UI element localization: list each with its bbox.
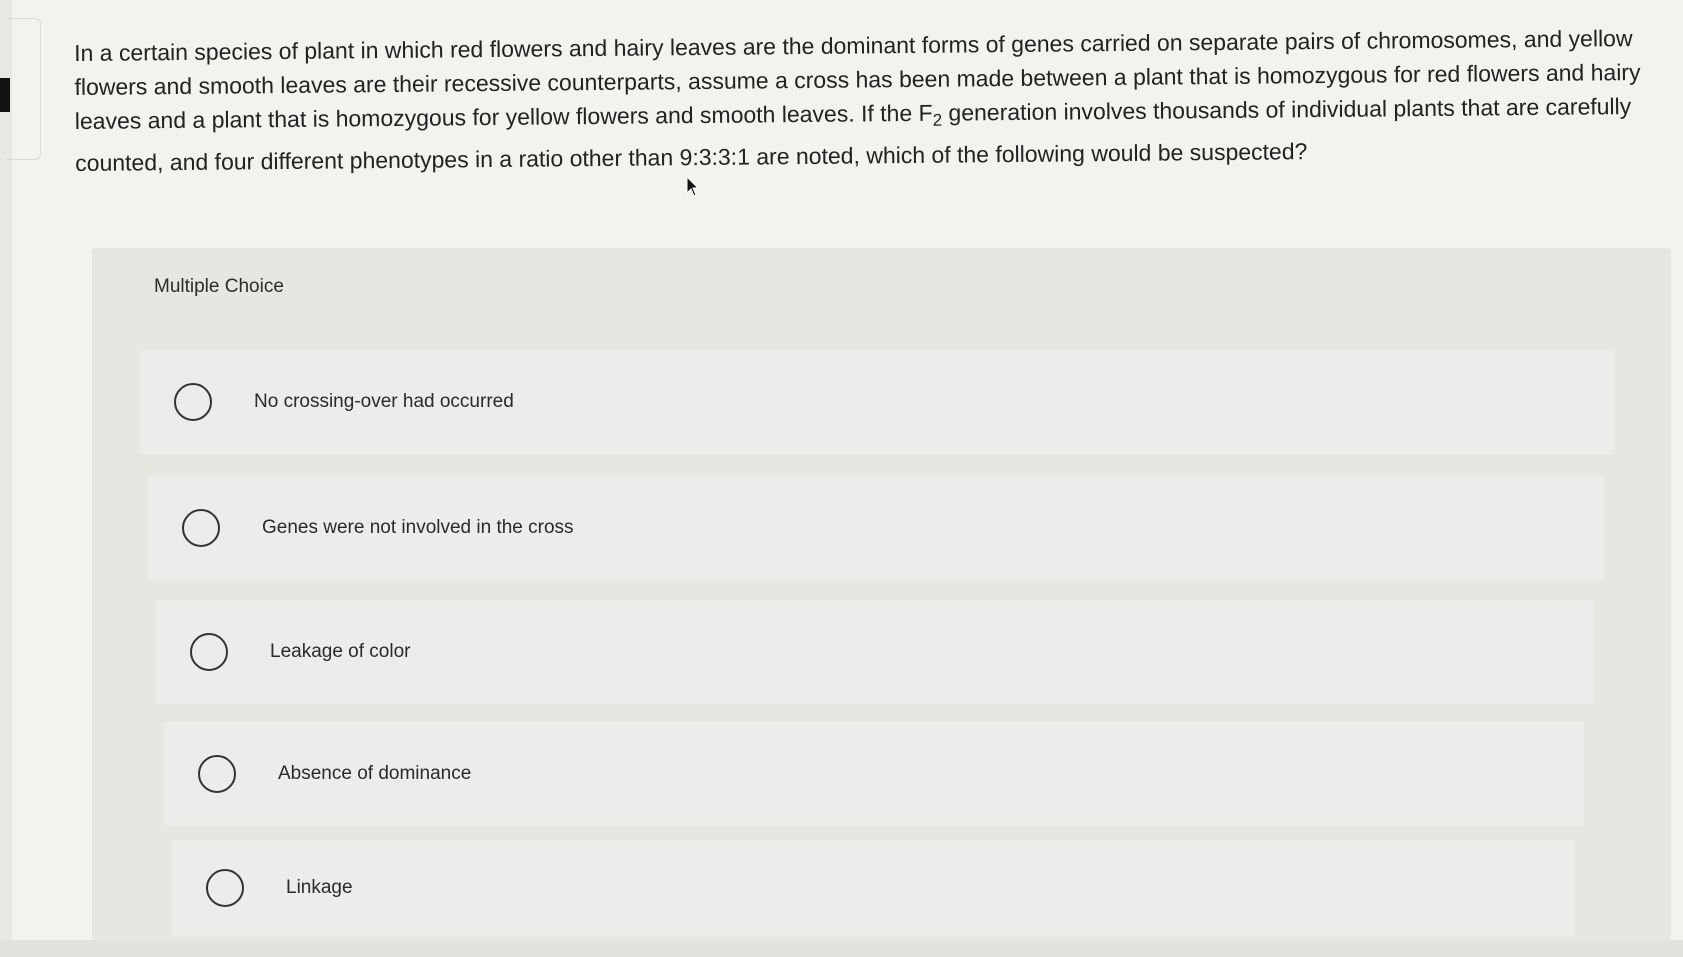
mouse-pointer-icon <box>686 176 700 197</box>
radio-button-icon[interactable] <box>206 869 244 907</box>
choice-label: No crossing-over had occurred <box>254 391 514 412</box>
choice-label: Absence of dominance <box>278 763 472 784</box>
radio-button-icon[interactable] <box>182 509 220 547</box>
question-number-box <box>6 18 41 160</box>
choice-label: Linkage <box>286 877 353 898</box>
multiple-choice-header: Multiple Choice <box>154 276 284 297</box>
radio-button-icon[interactable] <box>190 633 228 671</box>
question-marker <box>0 78 10 112</box>
bottom-shadow <box>0 940 1683 957</box>
choice-option-3[interactable]: Leakage of color <box>156 600 1594 704</box>
choice-label: Leakage of color <box>270 641 411 662</box>
radio-button-icon[interactable] <box>174 383 212 421</box>
radio-button-icon[interactable] <box>198 755 236 793</box>
choice-option-2[interactable]: Genes were not involved in the cross <box>148 476 1604 580</box>
choice-option-5[interactable]: Linkage <box>172 840 1574 936</box>
choice-label: Genes were not involved in the cross <box>262 517 574 538</box>
choice-option-1[interactable]: No crossing-over had occurred <box>140 350 1614 454</box>
choice-option-4[interactable]: Absence of dominance <box>164 722 1584 826</box>
question-text: In a certain species of plant in which r… <box>74 21 1665 180</box>
